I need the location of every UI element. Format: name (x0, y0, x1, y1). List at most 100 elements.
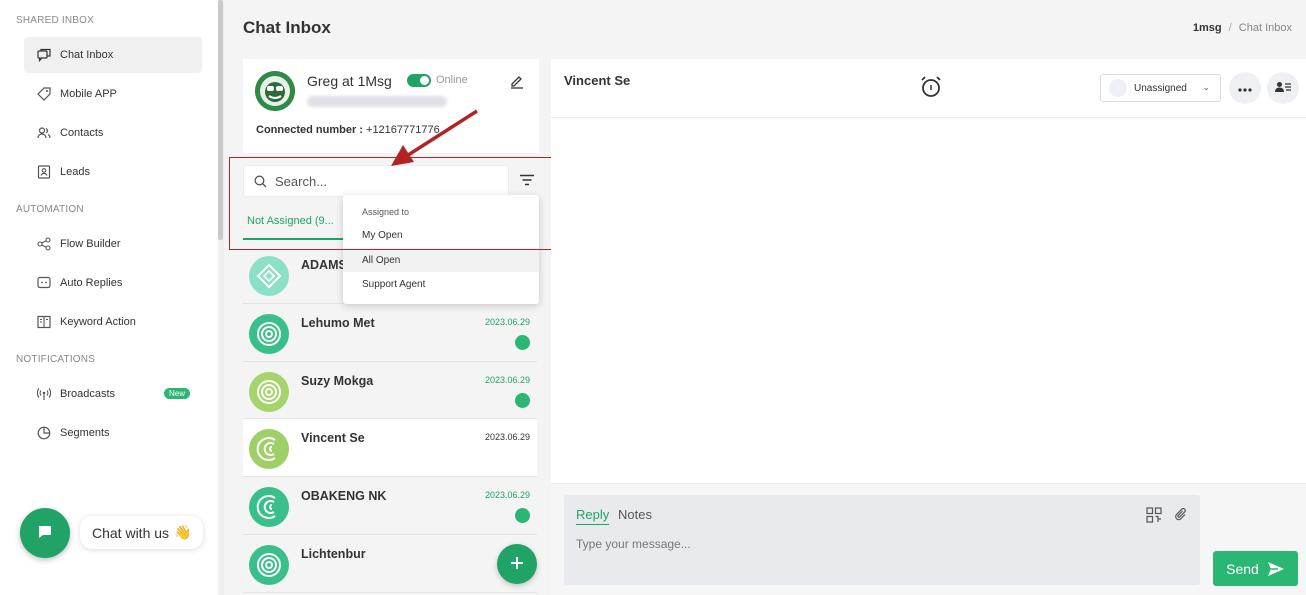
sidebar-item-segments[interactable]: Segments (24, 415, 202, 451)
pie-chart-icon (36, 425, 52, 441)
chat-icon (36, 523, 54, 544)
message-composer[interactable]: Reply Notes Type your message... (564, 495, 1200, 585)
conversation-item-selected[interactable]: Vincent Se 2023.06.29 (243, 419, 537, 478)
tag-icon (36, 86, 52, 102)
page-title: Chat Inbox (243, 18, 331, 37)
sidebar-item-label: Auto Replies (60, 277, 123, 289)
sidebar-item-label: Broadcasts (60, 388, 116, 400)
users-icon (36, 125, 52, 141)
conversation-name: Lehumo Met (301, 315, 375, 330)
chat-bubbles-icon (36, 47, 52, 63)
contact-details-button[interactable] (1267, 72, 1299, 104)
sidebar-item-keyword-action[interactable]: Keyword Action (24, 304, 202, 340)
share-nodes-icon (36, 236, 52, 252)
chat-header: Vincent Se Unassigned ⌄ (551, 59, 1306, 118)
assignee-value: Unassigned (1134, 82, 1187, 94)
more-dots-icon (1238, 81, 1252, 95)
sidebar-item-broadcasts[interactable]: Broadcasts New (24, 376, 202, 412)
more-options-button[interactable] (1229, 72, 1261, 104)
conversation-avatar (249, 371, 289, 412)
conversation-item[interactable]: Suzy Mokga 2023.06.29 (243, 361, 537, 420)
conversation-item[interactable]: Lehumo Met 2023.06.29 (243, 303, 537, 362)
live-chat-button[interactable] (20, 508, 70, 558)
sidebar-item-label: Mobile APP (60, 88, 117, 100)
sidebar-item-label: Keyword Action (60, 316, 136, 328)
online-toggle[interactable] (407, 74, 431, 87)
conversation-name: ADAMS (301, 258, 347, 272)
sidebar-item-mobile-app[interactable]: Mobile APP (24, 76, 202, 112)
profile-name: Greg at 1Msg (307, 73, 392, 89)
book-icon (36, 314, 52, 330)
online-status: Online (436, 74, 468, 86)
paperclip-icon[interactable] (1174, 507, 1188, 526)
message-input[interactable]: Type your message... (576, 537, 691, 551)
sidebar-item-chat-inbox[interactable]: Chat Inbox (24, 37, 202, 73)
assignee-avatar (1109, 79, 1127, 97)
contact-card-icon (1275, 81, 1291, 96)
conversation-date: 2023.06.29 (484, 374, 530, 385)
new-badge: New (163, 388, 190, 399)
message-dots-icon (36, 275, 52, 291)
tab-reply[interactable]: Reply (576, 507, 610, 525)
conversation-name: Lichtenbur (301, 546, 366, 561)
breadcrumb-separator: / (1228, 22, 1232, 34)
chevron-down-icon: ⌄ (1202, 82, 1210, 92)
breadcrumb-current: Chat Inbox (1238, 22, 1292, 34)
conversation-item[interactable]: OBAKENG NK 2023.06.29 (243, 477, 537, 535)
conversation-name: Vincent Se (301, 431, 365, 446)
dropdown-option-support-agent[interactable]: Support Agent (343, 272, 539, 296)
tab-notes[interactable]: Notes (618, 507, 652, 522)
section-label-automation: AUTOMATION (16, 204, 84, 215)
conversation-avatar (249, 487, 289, 528)
template-grid-icon[interactable] (1146, 507, 1162, 526)
dropdown-option-all-open[interactable]: All Open (343, 248, 539, 272)
sidebar-item-auto-replies[interactable]: Auto Replies (24, 265, 202, 301)
alarm-clock-icon[interactable] (919, 75, 943, 102)
conversation-avatar (249, 429, 289, 470)
sidebar-item-flow-builder[interactable]: Flow Builder (24, 226, 202, 262)
section-label-notifications: NOTIFICATIONS (16, 354, 96, 365)
sidebar-item-label: Flow Builder (60, 238, 121, 250)
wave-emoji-icon: 👋 (174, 524, 192, 540)
plus-icon (510, 556, 524, 573)
chat-with-us-bubble[interactable]: Chat with us 👋 (80, 516, 204, 549)
conversation-date: 2023.06.29 (484, 316, 530, 327)
broadcast-icon (36, 386, 52, 402)
sidebar-item-label: Leads (60, 166, 90, 178)
sidebar-scrollbar[interactable] (218, 0, 223, 240)
conversation-name: Suzy Mokga (301, 373, 374, 388)
breadcrumb-home[interactable]: 1msg (1193, 22, 1222, 34)
unread-indicator (515, 334, 530, 350)
sidebar-item-label: Chat Inbox (60, 49, 114, 61)
compose-area: Reply Notes Type your message... Send (551, 483, 1306, 595)
conversation-name: OBAKENG NK (301, 489, 387, 504)
conversation-avatar (249, 313, 289, 354)
send-arrow-icon (1267, 561, 1284, 576)
send-button[interactable]: Send (1213, 551, 1298, 586)
conversation-avatar (249, 256, 289, 296)
sidebar-item-leads[interactable]: Leads (24, 154, 202, 190)
sidebar-item-label: Contacts (60, 127, 104, 139)
unread-indicator (515, 508, 530, 524)
chat-contact-name: Vincent Se (564, 73, 631, 88)
conversation-avatar (249, 544, 289, 585)
conversation-date: 2023.06.29 (484, 490, 530, 501)
new-conversation-button[interactable] (497, 544, 537, 584)
assignee-select[interactable]: Unassigned ⌄ (1100, 74, 1221, 102)
message-area (551, 119, 1306, 483)
annotation-arrow-icon (391, 109, 478, 166)
connected-label: Connected number : (256, 124, 363, 136)
section-label-shared-inbox: SHARED INBOX (16, 15, 94, 26)
composer-actions (1146, 507, 1188, 526)
chat-panel: Vincent Se Unassigned ⌄ Reply Notes Type… (551, 59, 1306, 595)
sidebar-item-contacts[interactable]: Contacts (24, 115, 202, 151)
edit-icon[interactable] (509, 73, 525, 92)
contact-card-icon (36, 164, 52, 180)
sidebar-item-label: Segments (60, 427, 110, 439)
conversation-date: 2023.06.29 (484, 432, 530, 443)
profile-avatar (255, 71, 295, 111)
unread-indicator (515, 392, 530, 408)
send-label: Send (1226, 560, 1259, 577)
conversation-item[interactable]: Lichtenbur 202 (243, 534, 537, 593)
breadcrumb: 1msg / Chat Inbox (1193, 22, 1292, 34)
